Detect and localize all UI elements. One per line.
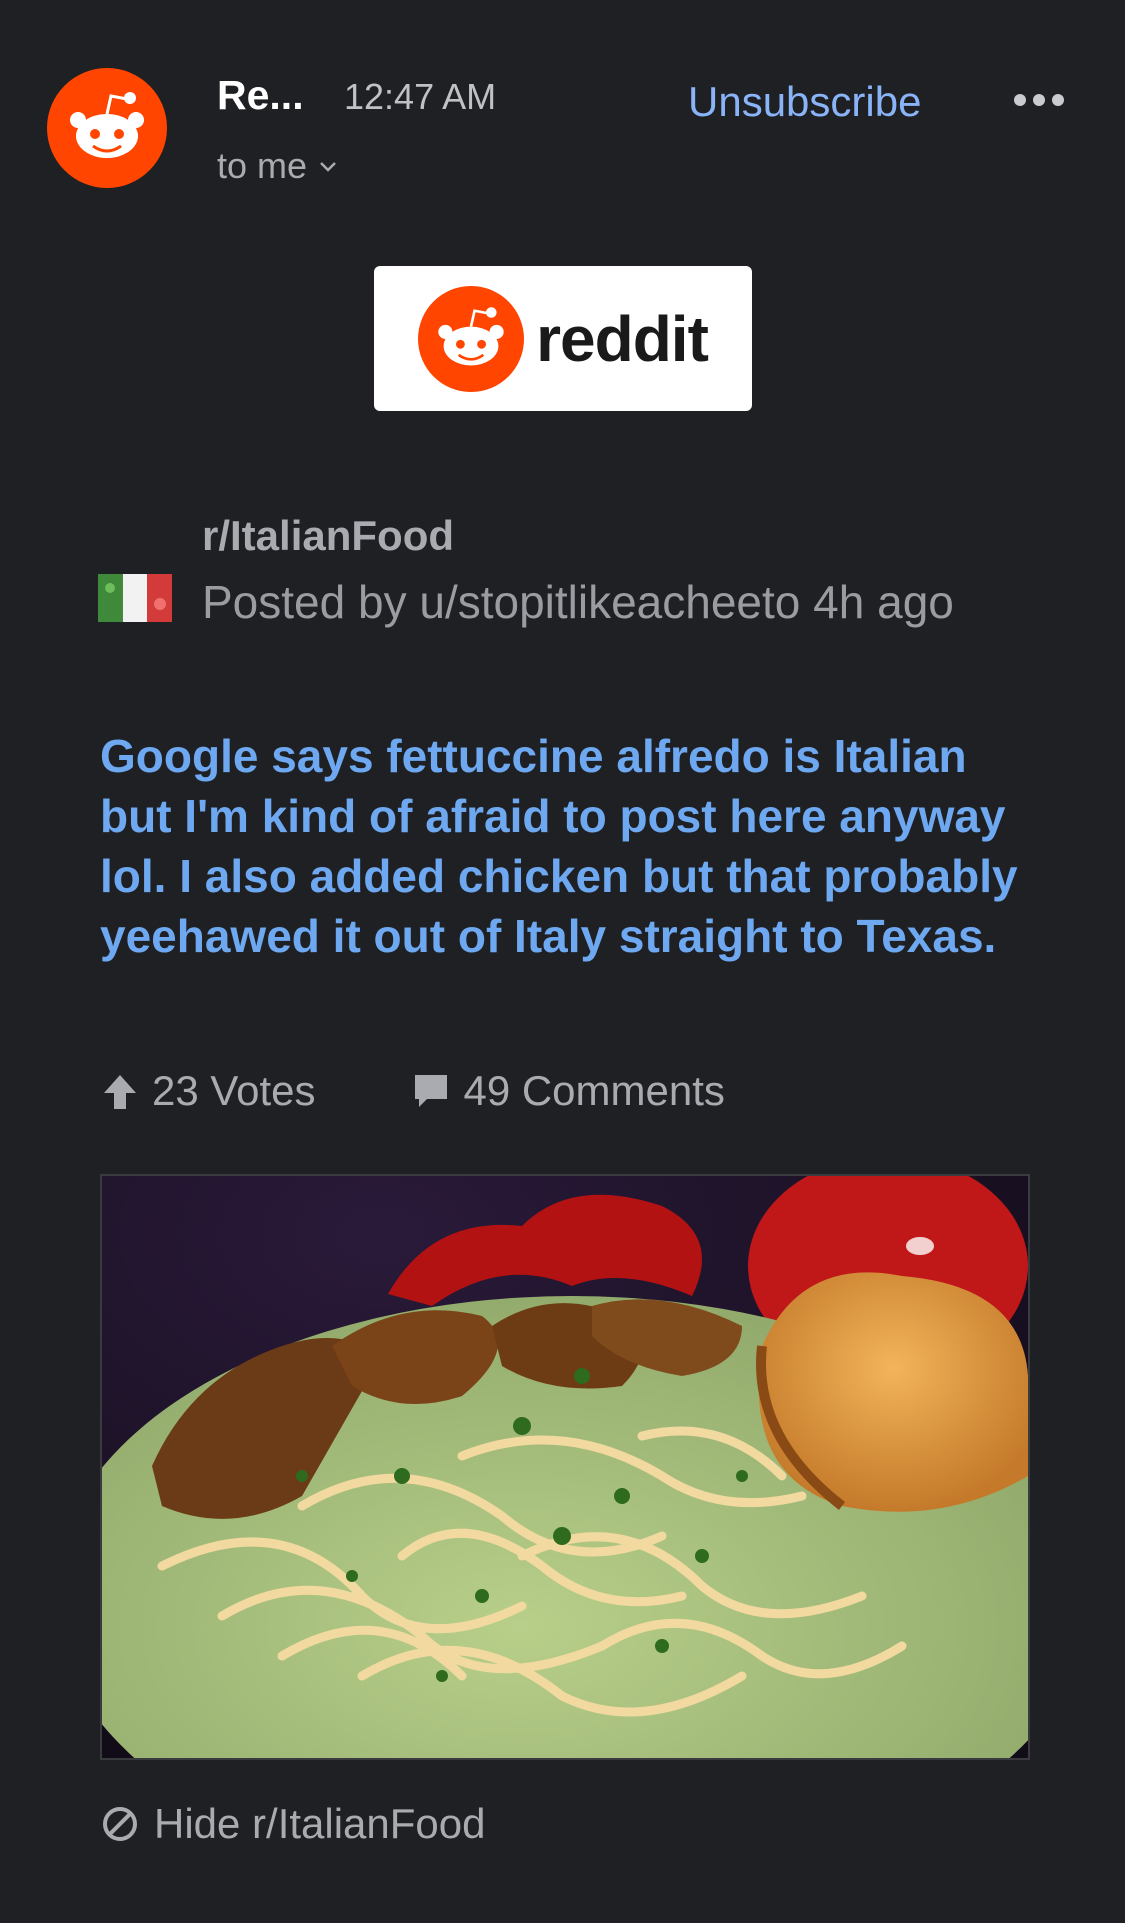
subreddit-name[interactable]: r/ItalianFood [202,512,454,560]
sender-avatar[interactable] [47,68,167,188]
chevron-down-icon [320,162,336,172]
hide-subreddit-label: Hide r/ItalianFood [154,1800,486,1847]
recipient-toggle[interactable]: to me [217,145,339,187]
post-stats: 23 Votes 49 Comments [100,1063,725,1119]
upvote-arrow-icon [104,1075,136,1109]
reddit-wordmark: reddit [536,302,709,375]
hide-subreddit[interactable]: Hide r/ItalianFood [100,1800,486,1848]
votes[interactable]: 23 Votes [100,1067,315,1115]
subreddit-icon[interactable] [98,574,172,622]
recipient-label: to me [217,145,308,186]
votes-count: 23 Votes [152,1067,316,1114]
reddit-snoo-icon [70,92,144,158]
comments[interactable]: 49 Comments [411,1067,725,1115]
post-image[interactable] [100,1174,1030,1760]
comments-count: 49 Comments [463,1067,725,1114]
more-horizontal-icon[interactable] [1014,86,1070,114]
reddit-logo[interactable]: reddit [374,266,752,411]
sender-name[interactable]: Re... [217,72,304,119]
comment-bubble-icon [415,1075,448,1107]
email-timestamp: 12:47 AM [344,76,497,117]
unsubscribe-link[interactable]: Unsubscribe [688,78,921,126]
posted-by: Posted by u/stopitlikeacheeto 4h ago [202,576,954,628]
post-title[interactable]: Google says fettuccine alfredo is Italia… [100,726,1040,966]
reddit-snoo-icon [418,285,525,392]
block-icon [103,1807,137,1841]
